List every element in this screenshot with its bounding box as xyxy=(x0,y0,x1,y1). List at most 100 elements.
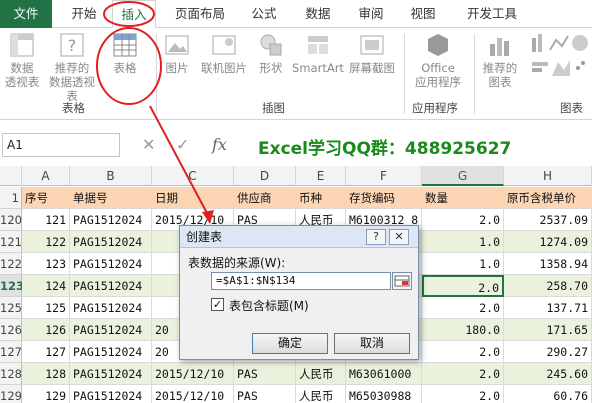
row-header[interactable]: 129 xyxy=(0,385,22,403)
header-cell[interactable]: 存货编码 xyxy=(346,187,422,209)
ok-button[interactable]: 确定 xyxy=(252,333,328,354)
data-cell[interactable]: PAG1512024 xyxy=(70,319,152,341)
select-all-corner[interactable] xyxy=(0,166,22,186)
column-header[interactable]: D xyxy=(234,166,296,186)
dialog-titlebar[interactable]: 创建表 ? ✕ xyxy=(180,226,418,248)
data-cell[interactable]: 1.0 xyxy=(422,253,504,275)
data-cell[interactable]: 2015/12/10 xyxy=(152,363,234,385)
data-cell[interactable]: 2.0 xyxy=(422,385,504,403)
data-cell[interactable]: 126 xyxy=(22,319,70,341)
row-header[interactable]: 123 xyxy=(0,275,24,297)
data-cell[interactable]: PAG1512024 xyxy=(70,209,152,231)
tab-page-layout[interactable]: 页面布局 xyxy=(168,0,232,28)
column-header[interactable]: B xyxy=(70,166,152,186)
enter-formula-button[interactable]: ✓ xyxy=(176,133,189,157)
tab-developer[interactable]: 开发工具 xyxy=(456,0,528,28)
cancel-button[interactable]: 取消 xyxy=(334,333,410,354)
row-header[interactable]: 122 xyxy=(0,253,22,275)
row-header[interactable]: 121 xyxy=(0,231,22,253)
data-cell[interactable]: PAG1512024 xyxy=(70,385,152,403)
row-header[interactable]: 128 xyxy=(0,363,22,385)
data-cell[interactable]: 1.0 xyxy=(422,231,504,253)
tab-view[interactable]: 视图 xyxy=(402,0,444,28)
shapes-button[interactable]: 形状 xyxy=(254,32,288,75)
data-cell[interactable]: 258.70 xyxy=(504,275,592,297)
recommended-pivot-button[interactable]: ? 推荐的 数据透视表 xyxy=(46,32,98,103)
tab-review[interactable]: 审阅 xyxy=(350,0,392,28)
name-box[interactable]: A1 xyxy=(2,133,120,157)
data-cell[interactable]: 245.60 xyxy=(504,363,592,385)
data-cell[interactable]: PAG1512024 xyxy=(70,253,152,275)
column-header-selected[interactable]: G xyxy=(422,166,504,186)
cancel-formula-button[interactable]: ✕ xyxy=(142,133,155,157)
row-header[interactable]: 120 xyxy=(0,209,22,231)
row-header[interactable]: 1 xyxy=(0,187,22,209)
row-header[interactable]: 126 xyxy=(0,319,22,341)
data-cell[interactable]: 2.0 xyxy=(422,297,504,319)
data-cell[interactable]: 125 xyxy=(22,297,70,319)
header-cell[interactable]: 单据号 xyxy=(70,187,152,209)
header-cell[interactable]: 供应商 xyxy=(234,187,296,209)
data-cell[interactable]: 2.0 xyxy=(422,341,504,363)
header-cell[interactable]: 原币含税单价 xyxy=(504,187,592,209)
data-cell[interactable]: 128 xyxy=(22,363,70,385)
help-button[interactable]: ? xyxy=(366,229,386,245)
tab-data[interactable]: 数据 xyxy=(296,0,340,28)
data-cell[interactable]: 60.76 xyxy=(504,385,592,403)
header-cell[interactable]: 数量 xyxy=(422,187,504,209)
data-cell[interactable]: 1274.09 xyxy=(504,231,592,253)
header-cell[interactable]: 序号 xyxy=(22,187,70,209)
data-cell[interactable]: PAG1512024 xyxy=(70,231,152,253)
charts-gallery[interactable] xyxy=(528,32,588,87)
data-cell[interactable]: 2537.09 xyxy=(504,209,592,231)
data-cell[interactable]: 1358.94 xyxy=(504,253,592,275)
data-cell[interactable]: 129 xyxy=(22,385,70,403)
insert-function-button[interactable]: fx xyxy=(212,133,227,157)
data-cell[interactable]: M65030988 xyxy=(346,385,422,403)
header-cell[interactable]: 日期 xyxy=(152,187,234,209)
collapse-dialog-button[interactable] xyxy=(392,272,412,290)
data-cell[interactable]: PAG1512024 xyxy=(70,363,152,385)
table-button[interactable]: 表格 xyxy=(104,32,146,75)
header-cell[interactable]: 币种 xyxy=(296,187,346,209)
row-header[interactable]: 127 xyxy=(0,341,22,363)
tab-home[interactable]: 开始 xyxy=(64,0,104,28)
tab-insert[interactable]: 插入 xyxy=(112,0,156,29)
data-cell[interactable]: PAS xyxy=(234,363,296,385)
data-cell[interactable]: 2015/12/10 xyxy=(152,385,234,403)
data-cell[interactable]: PAG1512024 xyxy=(70,297,152,319)
screenshot-button[interactable]: 屏幕截图 xyxy=(346,32,398,75)
data-cell[interactable]: 137.71 xyxy=(504,297,592,319)
has-headers-checkbox[interactable]: ✓ xyxy=(211,298,224,311)
tab-file[interactable]: 文件 xyxy=(0,0,52,28)
smartart-button[interactable]: SmartArt xyxy=(292,32,344,75)
data-cell[interactable]: 124 xyxy=(22,275,70,297)
data-cell[interactable]: 2.0 xyxy=(422,209,504,231)
data-cell[interactable]: 2.0 xyxy=(422,363,504,385)
column-header[interactable]: C xyxy=(152,166,234,186)
data-cell[interactable]: PAG1512024 xyxy=(70,275,152,297)
column-header[interactable]: H xyxy=(504,166,592,186)
data-cell[interactable]: PAS xyxy=(234,385,296,403)
recommended-charts-button[interactable]: 推荐的 图表 xyxy=(478,32,522,89)
data-cell[interactable]: PAG1512024 xyxy=(70,341,152,363)
data-cell[interactable]: 180.0 xyxy=(422,319,504,341)
source-range-input[interactable]: =$A$1:$N$134 xyxy=(211,272,391,290)
online-pictures-button[interactable]: 联机图片 xyxy=(198,32,250,75)
data-cell[interactable]: 2.0 xyxy=(422,275,504,297)
column-header[interactable]: F xyxy=(346,166,422,186)
close-button[interactable]: ✕ xyxy=(389,229,409,245)
data-cell[interactable]: 127 xyxy=(22,341,70,363)
pivot-table-button[interactable]: 数据 透视表 xyxy=(2,32,42,89)
tab-formulas[interactable]: 公式 xyxy=(244,0,284,28)
data-cell[interactable]: 人民币 xyxy=(296,363,346,385)
data-cell[interactable]: 290.27 xyxy=(504,341,592,363)
data-cell[interactable]: 121 xyxy=(22,209,70,231)
data-cell[interactable]: M63061000 xyxy=(346,363,422,385)
data-cell[interactable]: 人民币 xyxy=(296,385,346,403)
column-header[interactable]: E xyxy=(296,166,346,186)
office-apps-button[interactable]: Office 应用程序 xyxy=(408,32,468,89)
data-cell[interactable]: 123 xyxy=(22,253,70,275)
row-header[interactable]: 125 xyxy=(0,297,22,319)
data-cell[interactable]: 122 xyxy=(22,231,70,253)
